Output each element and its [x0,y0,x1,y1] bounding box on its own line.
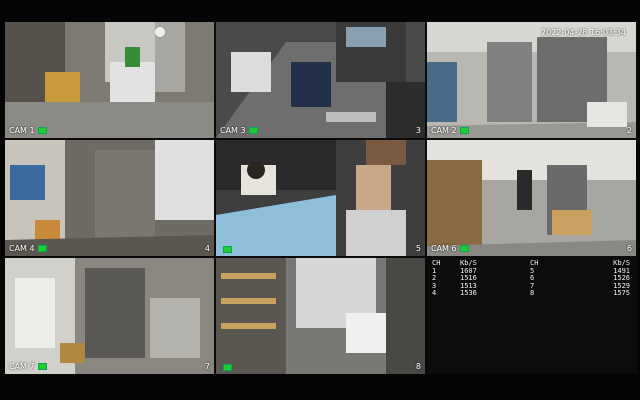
camera-feed [216,258,425,374]
camera-label: CAM 3 [220,126,258,135]
camera-tile-4[interactable]: CAM 4 4 [5,140,214,256]
recording-indicator-icon [248,127,258,134]
camera-tile-5[interactable]: 5 [216,140,425,256]
camera-label [220,246,232,253]
channel-number: 5 [415,244,421,253]
recording-indicator-icon [37,127,47,134]
timestamp: 2022-04-28 16:03:34 [541,28,626,37]
camera-label: CAM 1 [9,126,47,135]
camera-label: CAM 2 [431,126,469,135]
channel-cell: 4 [432,289,437,297]
recording-indicator-icon [459,127,469,134]
bitrate-cell: 1536 [460,289,477,297]
channel-number: 2 [626,126,632,135]
camera-feed [5,258,214,374]
camera-feed [216,140,425,256]
header-ch: CH [530,259,539,267]
channel-number: 6 [626,244,632,253]
channel-number: 7 [204,362,210,371]
recording-indicator-icon [37,245,47,252]
channel-number: 8 [415,362,421,371]
camera-label: CAM 7 [9,362,47,371]
recording-indicator-icon [37,363,47,370]
channel-cell: 7 [530,281,535,290]
camera-label [220,364,232,371]
camera-tile-6[interactable]: CAM 6 6 [427,140,636,256]
bitrate-cell: 1575 [613,289,630,297]
channel-cell: 6 [530,274,535,282]
camera-label: CAM 6 [431,244,469,253]
channel-cell: 5 [530,266,535,275]
recording-indicator-icon [223,364,232,371]
camera-feed [5,140,214,256]
camera-feed [216,22,425,138]
camera-feed [427,22,636,138]
camera-feed [5,22,214,138]
bitrate-row: 4 1536 8 1575 [430,289,632,298]
camera-label: CAM 4 [9,244,47,253]
camera-tile-7[interactable]: CAM 7 7 [5,258,214,374]
camera-feed [427,140,636,256]
bitrate-table: CH Kb/S CH Kb/S 1 1607 5 1491 2 1516 6 1… [430,259,632,298]
cctv-grid: CAM 1 CAM 3 3 2022-04-28 16:03:34 CAM 2 … [5,22,638,374]
recording-indicator-icon [223,246,232,253]
recording-indicator-icon [459,245,469,252]
camera-tile-2[interactable]: 2022-04-28 16:03:34 CAM 2 2 [427,22,636,138]
channel-cell: 8 [530,289,535,297]
channel-number: 4 [204,244,210,253]
monitor-bezel: CAM 1 CAM 3 3 2022-04-28 16:03:34 CAM 2 … [0,0,640,400]
camera-tile-1[interactable]: CAM 1 [5,22,214,138]
camera-tile-8[interactable]: 8 [216,258,425,374]
channel-number: 3 [415,126,421,135]
bitrate-panel: CH Kb/S CH Kb/S 1 1607 5 1491 2 1516 6 1… [427,258,636,374]
camera-tile-3[interactable]: CAM 3 3 [216,22,425,138]
